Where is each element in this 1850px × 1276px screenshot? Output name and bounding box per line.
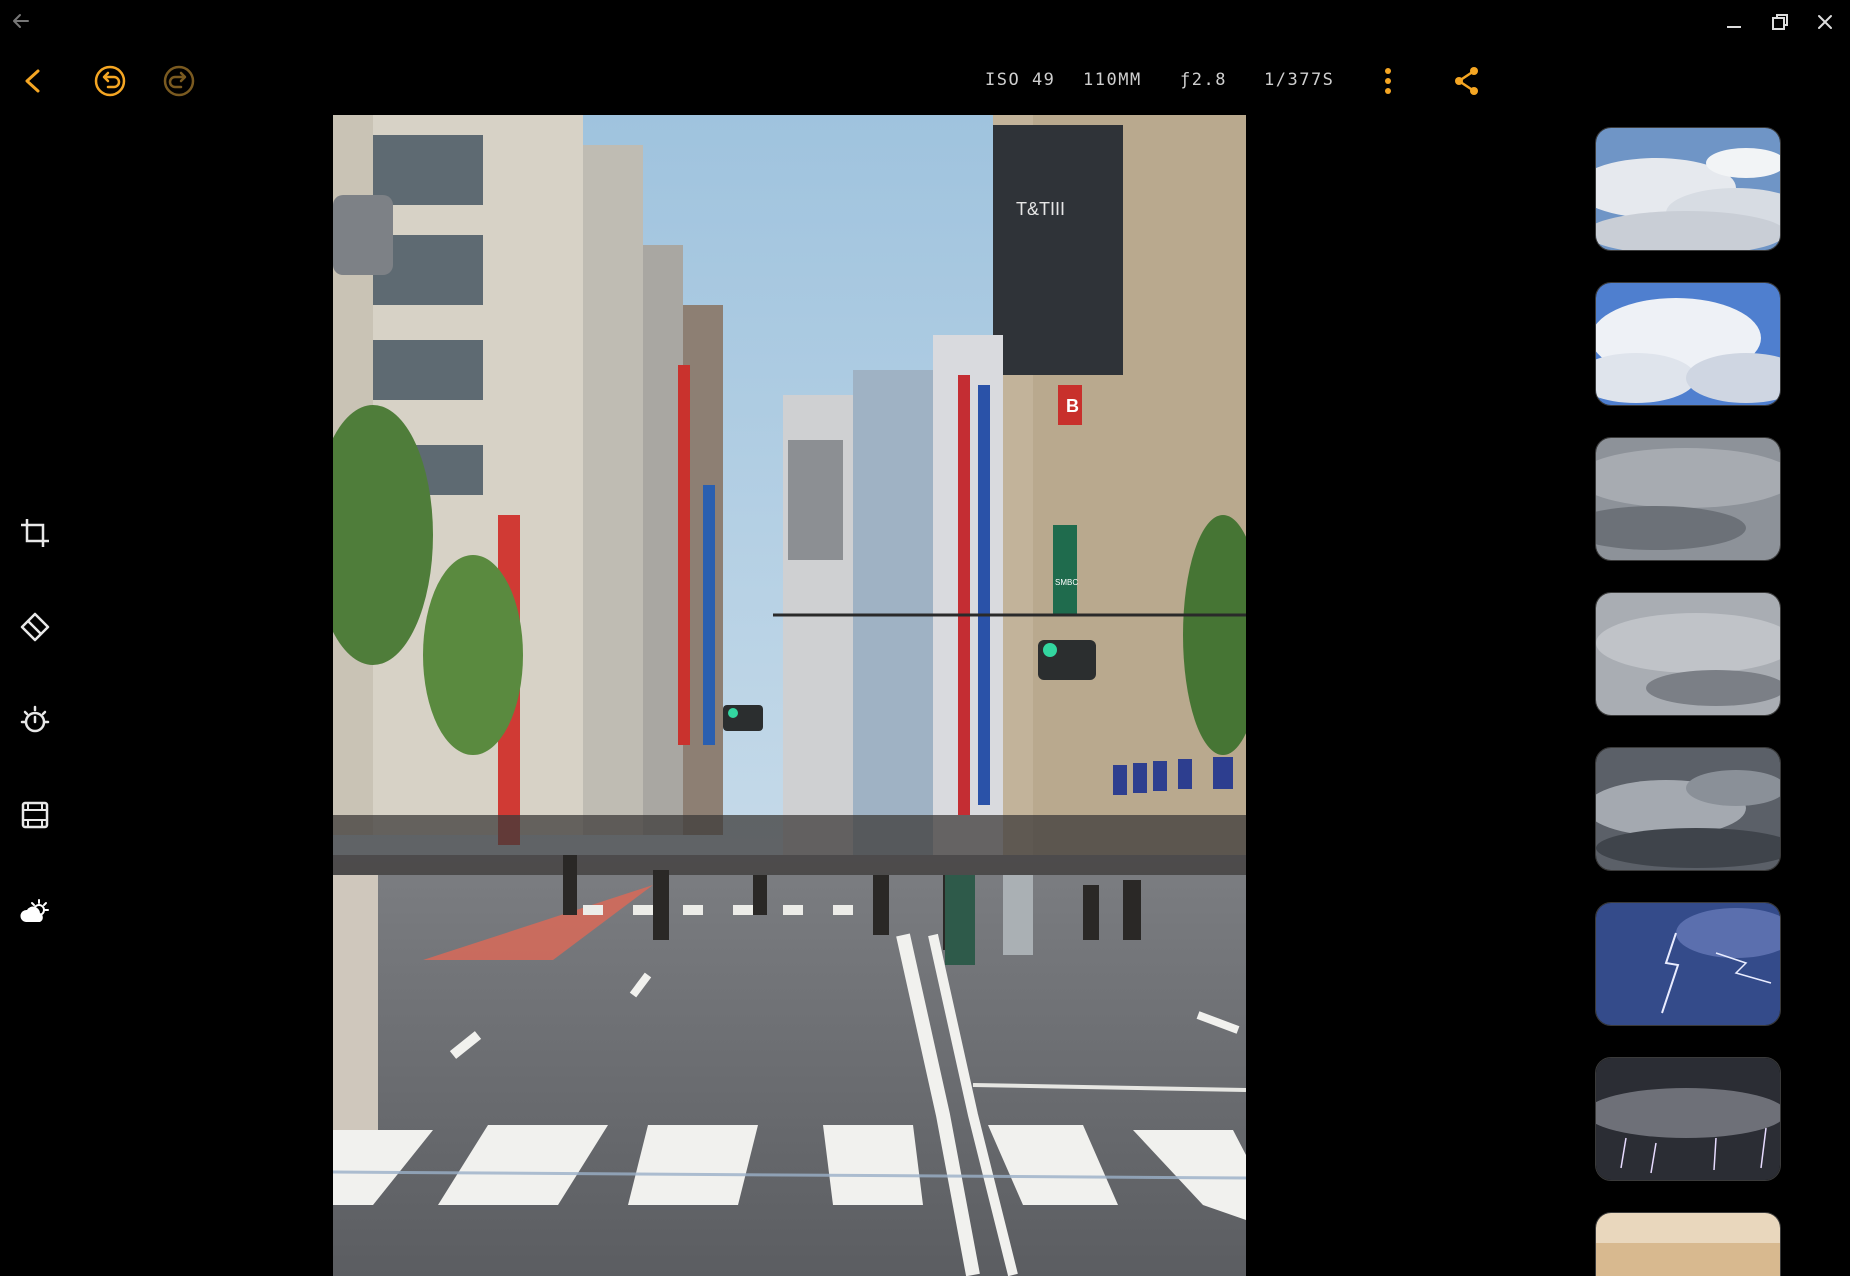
adjust-icon[interactable] bbox=[17, 703, 53, 739]
store-sign-smbc: SMBC bbox=[1055, 578, 1078, 587]
store-sign-tt: T&TIII bbox=[1016, 199, 1065, 219]
sky-preset-overcast[interactable] bbox=[1595, 437, 1781, 561]
sky-weather-icon[interactable] bbox=[17, 892, 53, 928]
cumulus-sky-image bbox=[1596, 283, 1780, 405]
overcast-sky-image bbox=[1596, 438, 1780, 560]
sky-preset-lightning-night[interactable] bbox=[1595, 1057, 1781, 1181]
more-vertical-icon[interactable] bbox=[1369, 62, 1407, 100]
exif-shutter: 1/377S bbox=[1264, 70, 1335, 90]
sky-preset-lightning-blue[interactable] bbox=[1595, 902, 1781, 1026]
film-filter-icon[interactable] bbox=[17, 797, 53, 833]
store-sign-b: B bbox=[1066, 396, 1079, 416]
dark-storm-sky-image bbox=[1596, 748, 1780, 870]
eraser-icon[interactable] bbox=[17, 609, 53, 645]
sky-preset-light-overcast[interactable] bbox=[1595, 592, 1781, 716]
sky-preset-partly-cloudy[interactable] bbox=[1595, 127, 1781, 251]
sky-preset-cumulus[interactable] bbox=[1595, 282, 1781, 406]
chevron-left-icon[interactable] bbox=[14, 62, 52, 100]
exif-aperture: ƒ2.8 bbox=[1180, 70, 1227, 90]
close-icon[interactable] bbox=[1813, 10, 1837, 34]
exif-focal-length: 110MM bbox=[1083, 70, 1142, 90]
photo-canvas[interactable]: T&TIII B SMBC bbox=[333, 115, 1246, 1276]
minimize-icon[interactable] bbox=[1722, 10, 1746, 34]
sky-preset-dark-storm[interactable] bbox=[1595, 747, 1781, 871]
light-overcast-sky-image bbox=[1596, 593, 1780, 715]
window-back-icon[interactable] bbox=[10, 10, 32, 32]
exif-iso: ISO 49 bbox=[985, 70, 1056, 90]
street-photo: T&TIII B SMBC bbox=[333, 115, 1246, 1276]
share-icon[interactable] bbox=[1448, 62, 1486, 100]
sunset-sky-image bbox=[1596, 1213, 1780, 1276]
crop-icon[interactable] bbox=[17, 515, 53, 551]
restore-icon[interactable] bbox=[1768, 10, 1792, 34]
sky-preset-sunset[interactable] bbox=[1595, 1212, 1781, 1276]
lightning-blue-sky-image bbox=[1596, 903, 1780, 1025]
lightning-night-sky-image bbox=[1596, 1058, 1780, 1180]
undo-icon[interactable] bbox=[91, 62, 129, 100]
redo-icon[interactable] bbox=[160, 62, 198, 100]
partly-cloudy-sky-image bbox=[1596, 128, 1780, 250]
